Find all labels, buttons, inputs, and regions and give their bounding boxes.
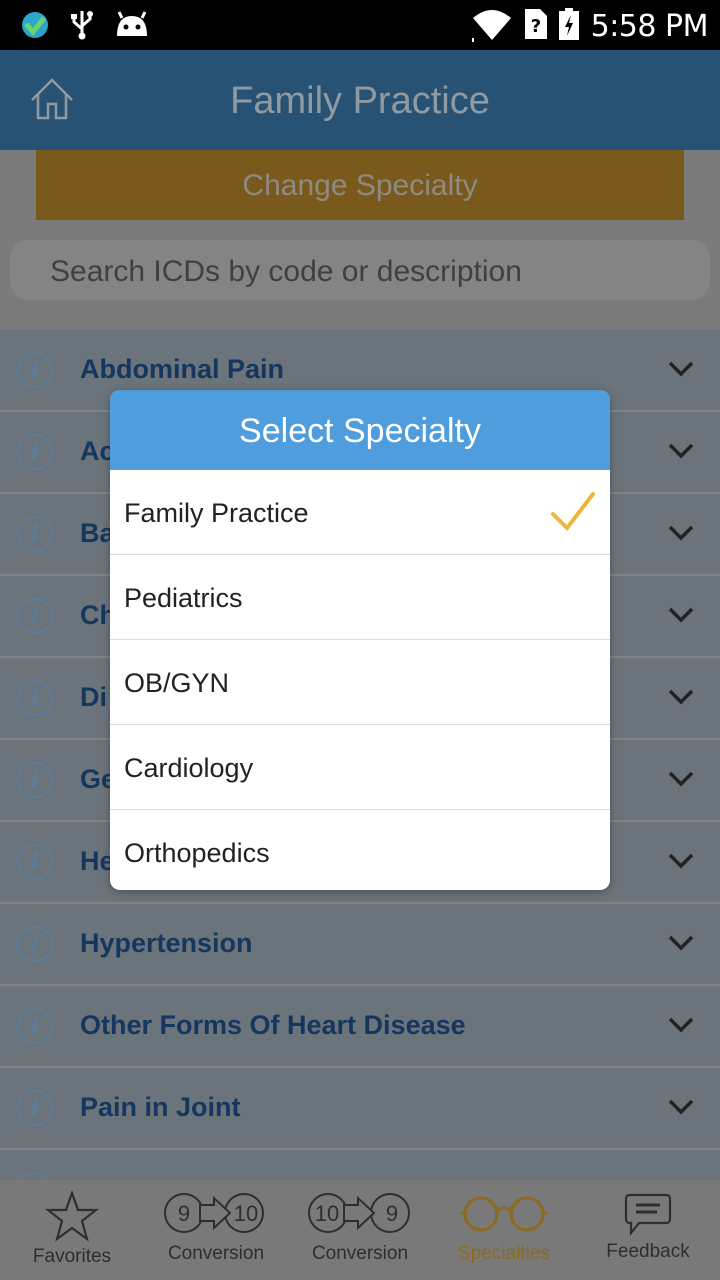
svg-text:9: 9 (178, 1201, 190, 1226)
convert-10-to-9-icon: 10 9 (308, 1193, 410, 1233)
usb-icon (70, 9, 94, 46)
list-item[interactable]: i Hypertension (0, 904, 720, 986)
nav-conversion-9-to-10[interactable]: 9 10 Conversion (144, 1180, 288, 1280)
checkmark-icon (551, 492, 595, 532)
info-icon[interactable]: i (17, 680, 53, 716)
specialty-option-pediatrics[interactable]: Pediatrics (110, 555, 610, 640)
chevron-down-icon[interactable] (668, 442, 694, 460)
nav-label: Conversion (311, 1243, 409, 1264)
chevron-down-icon[interactable] (668, 770, 694, 788)
nav-conversion-10-to-9[interactable]: 10 9 Conversion (288, 1180, 432, 1280)
svg-text:10: 10 (315, 1201, 339, 1226)
nav-label: Specialties (458, 1243, 550, 1264)
dialog-title: Select Specialty (110, 390, 610, 470)
info-icon[interactable]: i (17, 762, 53, 798)
info-icon[interactable]: i (17, 516, 53, 552)
list-item-label: Pain in Joint (80, 1092, 241, 1122)
chevron-down-icon[interactable] (668, 1098, 694, 1116)
wifi-icon (471, 6, 513, 47)
specialty-option-family-practice[interactable]: Family Practice (110, 470, 610, 555)
specialty-option-cardiology[interactable]: Cardiology (110, 725, 610, 810)
chevron-down-icon[interactable] (668, 852, 694, 870)
glasses-icon (461, 1196, 547, 1232)
nav-favorites[interactable]: Favorites (0, 1180, 144, 1280)
info-icon[interactable]: i (17, 926, 53, 962)
star-icon (45, 1190, 99, 1242)
chevron-down-icon[interactable] (668, 360, 694, 378)
battery-charging-icon (558, 8, 579, 45)
nav-label: Conversion (167, 1243, 265, 1264)
chat-bubble-icon (624, 1193, 672, 1237)
specialty-option-obgyn[interactable]: OB/GYN (110, 640, 610, 725)
convert-9-to-10-icon: 9 10 (164, 1193, 264, 1233)
info-icon[interactable]: i (17, 352, 53, 388)
svg-text:9: 9 (386, 1201, 398, 1226)
list-item-label: Abdominal Pain (80, 354, 285, 384)
sim-unknown-icon: ? (524, 9, 547, 44)
list-item-label: Di (80, 682, 107, 712)
info-icon[interactable]: i (17, 598, 53, 634)
app-header: Family Practice (0, 50, 720, 150)
bottom-nav: Favorites 9 10 Conversion 10 9 Conversio… (0, 1180, 720, 1280)
status-bar: ? 5:58 PM (0, 0, 720, 50)
info-icon[interactable]: i (17, 434, 53, 470)
chevron-down-icon[interactable] (668, 934, 694, 952)
option-label: Family Practice (124, 498, 309, 528)
nav-specialties[interactable]: Specialties (432, 1180, 576, 1280)
clock: 5:58 PM (590, 9, 709, 44)
nav-label: Favorites (32, 1246, 112, 1267)
option-label: OB/GYN (124, 668, 230, 698)
nav-feedback[interactable]: Feedback (576, 1180, 720, 1280)
chevron-down-icon[interactable] (668, 688, 694, 706)
info-icon[interactable]: i (17, 844, 53, 880)
list-item[interactable]: i Pain in Joint (0, 1068, 720, 1150)
option-label: Pediatrics (124, 583, 243, 613)
app-globe-icon (20, 10, 50, 45)
svg-text:?: ? (530, 16, 540, 37)
nav-label: Feedback (606, 1241, 690, 1262)
chevron-down-icon[interactable] (668, 524, 694, 542)
chevron-down-icon[interactable] (668, 1016, 694, 1034)
list-item[interactable]: i Other Forms Of Heart Disease (0, 986, 720, 1068)
page-title: Family Practice (230, 80, 490, 122)
svg-text:10: 10 (234, 1201, 258, 1226)
select-specialty-dialog: Select Specialty Family Practice Pediatr… (110, 390, 610, 890)
android-debug-icon (114, 10, 150, 45)
list-item-label: Hypertension (80, 928, 253, 958)
info-icon[interactable]: i (17, 1008, 53, 1044)
search-input[interactable]: Search ICDs by code or description (10, 240, 710, 300)
specialty-option-orthopedics[interactable]: Orthopedics (110, 810, 610, 890)
option-label: Cardiology (124, 753, 254, 783)
option-label: Orthopedics (124, 838, 270, 868)
change-specialty-button[interactable]: Change Specialty (36, 150, 684, 220)
chevron-down-icon[interactable] (668, 606, 694, 624)
list-item-label: Other Forms Of Heart Disease (80, 1010, 466, 1040)
info-icon[interactable]: i (17, 1090, 53, 1126)
